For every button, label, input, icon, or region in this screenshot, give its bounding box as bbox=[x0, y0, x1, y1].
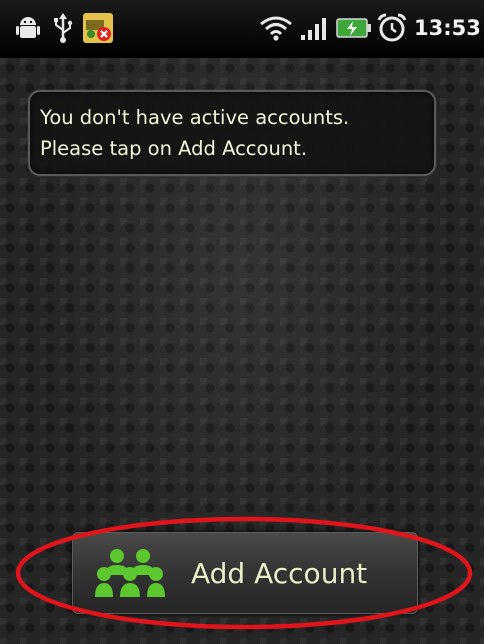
notification-error-icon bbox=[83, 13, 113, 43]
alarm-icon bbox=[377, 13, 407, 42]
battery-charging-icon bbox=[336, 18, 371, 38]
signal-icon bbox=[301, 18, 326, 40]
message-line-1: You don't have active accounts. bbox=[40, 106, 350, 129]
add-account-button[interactable]: Add Account bbox=[72, 532, 418, 614]
no-accounts-message: You don't have active accounts. Please t… bbox=[28, 90, 436, 176]
accounts-icon bbox=[95, 549, 165, 597]
status-time: 13:53 bbox=[414, 16, 481, 40]
message-line-2: Please tap on Add Account. bbox=[40, 137, 308, 160]
add-account-label: Add Account bbox=[191, 557, 368, 590]
phone-screen: 13:53 You don't have active accounts. Pl… bbox=[0, 0, 484, 644]
status-bar: 13:53 bbox=[0, 0, 484, 58]
wifi-icon bbox=[260, 16, 292, 41]
main-content: You don't have active accounts. Please t… bbox=[0, 58, 484, 644]
usb-icon bbox=[54, 13, 73, 43]
android-icon bbox=[16, 17, 40, 38]
